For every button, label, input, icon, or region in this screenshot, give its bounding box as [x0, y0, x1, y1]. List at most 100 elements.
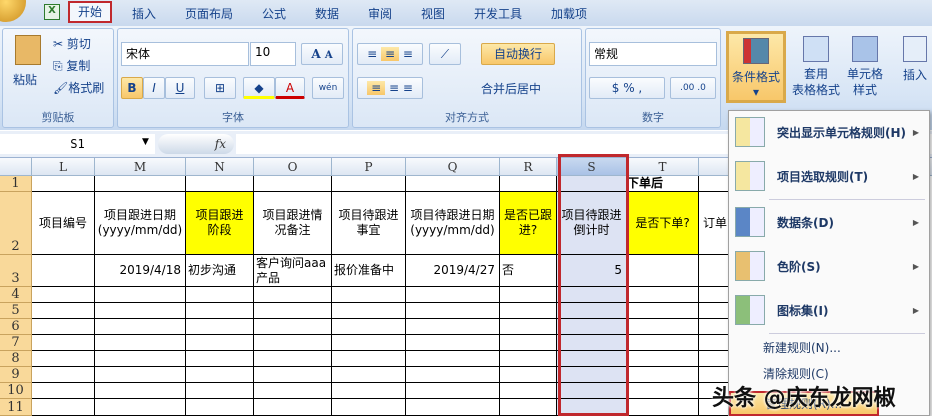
cell[interactable]: 2019/4/18	[95, 255, 186, 287]
menu-item-2[interactable]: 数据条(D) ▶	[729, 201, 929, 243]
cell[interactable]: 报价准备中	[332, 255, 406, 287]
font-size-select[interactable]: 10	[250, 42, 296, 66]
cell[interactable]	[557, 335, 627, 351]
cell[interactable]	[95, 367, 186, 383]
cell[interactable]	[32, 399, 95, 416]
column-header-M[interactable]: M	[95, 158, 186, 176]
row-header-5[interactable]: 5	[0, 303, 32, 319]
cell[interactable]	[186, 303, 254, 319]
cell[interactable]	[500, 287, 557, 303]
cell[interactable]	[500, 176, 557, 192]
cell[interactable]	[557, 351, 627, 367]
menu-item-0[interactable]: 突出显示单元格规则(H) ▶	[729, 111, 929, 153]
cell[interactable]	[186, 287, 254, 303]
merge-center-button[interactable]: 合并后居中	[481, 80, 541, 97]
cell[interactable]: 客户询问aaa产品	[254, 255, 332, 287]
cell[interactable]	[32, 287, 95, 303]
conditional-format-button[interactable]: 条件格式 ▾	[726, 31, 786, 103]
cell[interactable]	[627, 383, 699, 399]
cell[interactable]	[254, 367, 332, 383]
menu-item-4[interactable]: 图标集(I) ▶	[729, 289, 929, 331]
cell[interactable]	[32, 335, 95, 351]
menu-item-3[interactable]: 色阶(S) ▶	[729, 245, 929, 287]
cell[interactable]	[557, 176, 627, 192]
header-cell[interactable]: 是否下单?	[627, 192, 699, 255]
cell[interactable]	[186, 383, 254, 399]
cell[interactable]	[332, 351, 406, 367]
cell[interactable]	[557, 399, 627, 416]
column-header-O[interactable]: O	[254, 158, 332, 176]
tab-review[interactable]: 审阅	[368, 5, 392, 22]
header-cell[interactable]: 项目待跟进事宜	[332, 192, 406, 255]
cell[interactable]	[627, 303, 699, 319]
cell[interactable]	[500, 351, 557, 367]
header-cell[interactable]: 项目编号	[32, 192, 95, 255]
cell[interactable]	[332, 319, 406, 335]
cell[interactable]	[406, 383, 500, 399]
cell[interactable]	[500, 303, 557, 319]
underline-button[interactable]: U	[165, 77, 195, 99]
cell[interactable]	[186, 176, 254, 192]
percent-button[interactable]: $ % ,	[589, 77, 665, 99]
cell[interactable]	[254, 319, 332, 335]
cell[interactable]	[186, 319, 254, 335]
fill-color-button[interactable]: ◆	[243, 77, 275, 99]
cell[interactable]	[332, 176, 406, 192]
header-cell[interactable]: 是否已跟进?	[500, 192, 557, 255]
header-cell[interactable]: 项目待跟进日期(yyyy/mm/dd)	[406, 192, 500, 255]
cell[interactable]	[254, 335, 332, 351]
cell[interactable]	[627, 287, 699, 303]
cell[interactable]	[32, 383, 95, 399]
cell[interactable]	[186, 351, 254, 367]
column-header-L[interactable]: L	[32, 158, 95, 176]
border-button[interactable]: ⊞	[204, 77, 236, 99]
name-box[interactable]: S1	[0, 134, 155, 154]
cell[interactable]	[186, 335, 254, 351]
office-button[interactable]	[0, 0, 26, 22]
insert-function-button[interactable]: fx	[158, 134, 234, 154]
column-header-S[interactable]: S	[557, 158, 627, 176]
insert-cells-button[interactable]: 插入	[898, 36, 932, 83]
tab-home[interactable]: 开始	[68, 1, 112, 23]
row-header-6[interactable]: 6	[0, 319, 32, 335]
tab-view[interactable]: 视图	[421, 5, 445, 22]
cell[interactable]	[500, 335, 557, 351]
grow-font-button[interactable]: A A	[301, 43, 343, 65]
tab-formulas[interactable]: 公式	[262, 5, 286, 22]
row-header-4[interactable]: 4	[0, 287, 32, 303]
cell-styles-button[interactable]: 单元格 样式	[843, 36, 887, 98]
italic-button[interactable]: I	[143, 77, 165, 99]
cell[interactable]	[254, 176, 332, 192]
horizontal-align-buttons[interactable]: ≡ ≡ ≡	[357, 77, 423, 99]
cell[interactable]	[95, 399, 186, 416]
row-header-11[interactable]: 11	[0, 399, 32, 416]
tab-data[interactable]: 数据	[315, 5, 339, 22]
column-header-P[interactable]: P	[332, 158, 406, 176]
cut-button[interactable]: ✂ 剪切	[53, 35, 91, 52]
cell[interactable]	[627, 351, 699, 367]
cell[interactable]	[500, 367, 557, 383]
header-cell[interactable]: 项目跟进日期(yyyy/mm/dd)	[95, 192, 186, 255]
cell[interactable]	[95, 351, 186, 367]
header-cell[interactable]: 项目跟进情况备注	[254, 192, 332, 255]
cell[interactable]	[254, 287, 332, 303]
cell[interactable]	[627, 335, 699, 351]
copy-button[interactable]: ⎘ 复制	[53, 57, 90, 74]
cell[interactable]	[186, 367, 254, 383]
header-cell[interactable]: 项目跟进阶段	[186, 192, 254, 255]
row-header-8[interactable]: 8	[0, 351, 32, 367]
bold-button[interactable]: B	[121, 77, 143, 99]
menu-new-rule[interactable]: 新建规则(N)...	[763, 339, 841, 356]
cell[interactable]	[406, 287, 500, 303]
cell[interactable]	[332, 287, 406, 303]
row-header-1[interactable]: 1	[0, 176, 32, 192]
font-color-button[interactable]: A	[275, 77, 305, 99]
cell[interactable]	[332, 399, 406, 416]
cell[interactable]	[627, 399, 699, 416]
cell[interactable]	[95, 383, 186, 399]
wrap-text-button[interactable]: 自动换行	[481, 43, 555, 65]
cell[interactable]	[32, 351, 95, 367]
column-header-N[interactable]: N	[186, 158, 254, 176]
font-name-select[interactable]: 宋体	[121, 42, 249, 66]
cell[interactable]	[406, 303, 500, 319]
